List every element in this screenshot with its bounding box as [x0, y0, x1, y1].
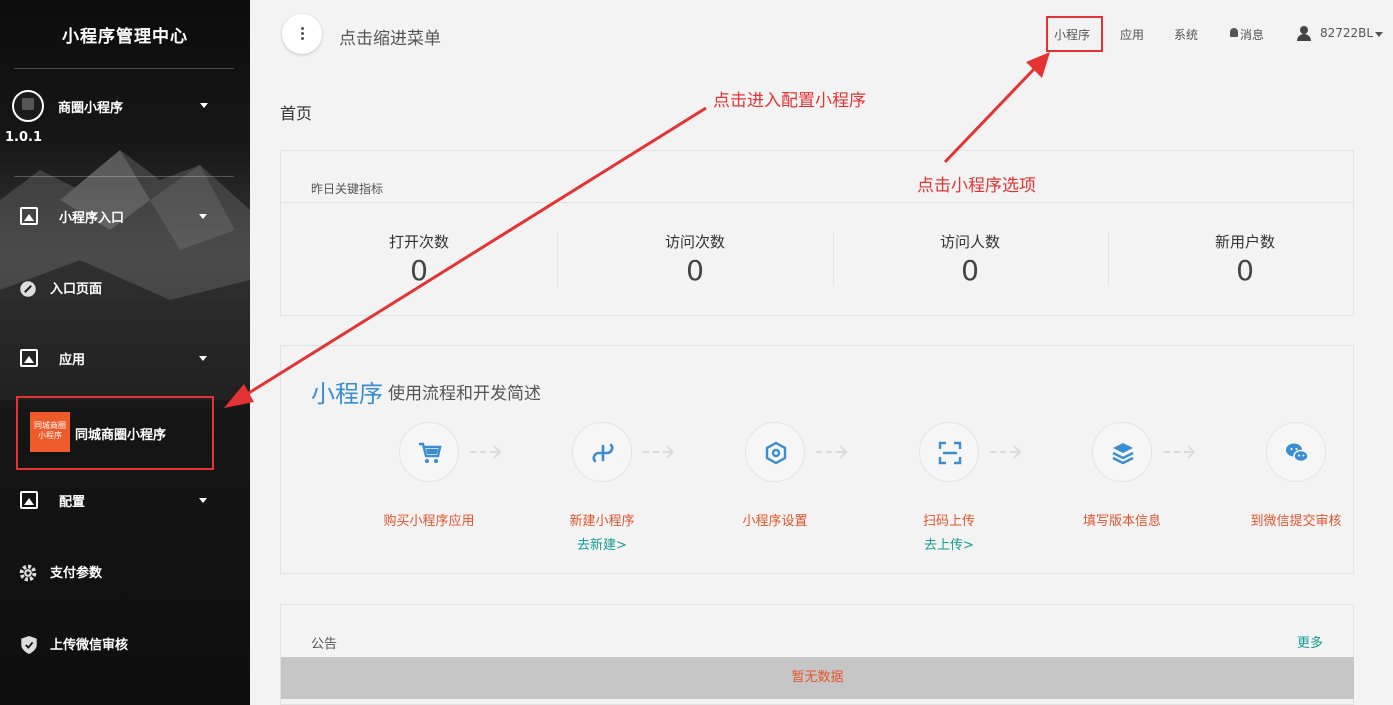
caret-down-icon [200, 103, 208, 108]
divider [281, 202, 1353, 203]
step-label: 新建小程序 [569, 514, 635, 529]
stat-value: 0 [410, 254, 428, 287]
bell-icon [1230, 28, 1238, 37]
divider [14, 68, 234, 69]
thumb-text: 小程序 [38, 431, 62, 440]
stat-label: 新用户数 [1214, 233, 1275, 251]
sidebar-item-payment[interactable]: 支付参数 [0, 551, 250, 591]
account-name: 商圈小程序 [58, 101, 124, 116]
arrow-right-icon [816, 445, 848, 459]
sidebar-item-wechat-review[interactable]: 上传微信审核 [0, 623, 250, 663]
layers-icon [1112, 443, 1134, 465]
sidebar-item-label: 小程序入口 [59, 211, 125, 226]
image-icon [20, 491, 38, 509]
step-label: 扫码上传 [922, 514, 975, 529]
annotation-arrow [943, 66, 1037, 164]
stat-value: 0 [1236, 254, 1254, 287]
usage-flow-card: 小程序 使用流程和开发简述 购买小程序应用 新建小程序 去新建> 小程序设置 扫… [280, 345, 1354, 574]
sidebar-subitem-app[interactable]: 同城商圈 小程序 同城商圈小程序 [16, 396, 214, 470]
avatar [12, 90, 44, 122]
dots-icon [301, 27, 304, 30]
arrow-right-icon [643, 445, 675, 459]
stat-visit-count: 访问次数 0 [557, 231, 833, 287]
annotation-text: 点击进入配置小程序 [713, 91, 866, 111]
flow-title: 小程序 [311, 380, 383, 408]
annotation-highlight-box [1046, 16, 1103, 52]
sidebar-subitem-label: 同城商圈小程序 [75, 428, 167, 443]
topnav-messages[interactable]: 消息 [1240, 26, 1264, 43]
hexagon-icon [765, 441, 787, 465]
sidebar-item-label: 支付参数 [50, 566, 103, 581]
cart-icon [419, 442, 442, 463]
flow-step: 填写版本信息 [1057, 422, 1187, 529]
arrow-right-icon [470, 445, 502, 459]
page-title: 首页 [280, 104, 313, 123]
sidebar-item-config[interactable]: 配置 [0, 480, 250, 520]
sidebar-title: 小程序管理中心 [62, 27, 188, 47]
caret-down-icon [199, 356, 207, 361]
link-icon [592, 443, 614, 463]
arrow-right-icon [990, 445, 1022, 459]
flow-step: 到微信提交审核 [1231, 422, 1361, 529]
caret-down-icon [1375, 32, 1383, 37]
shield-icon [21, 636, 37, 654]
stat-visitor-count: 访问人数 0 [832, 231, 1108, 287]
step-label: 到微信提交审核 [1250, 514, 1342, 529]
sidebar-item-apps[interactable]: 应用 [0, 338, 250, 378]
sidebar-item-entry[interactable]: 小程序入口 [0, 196, 250, 236]
empty-state: 暂无数据 [281, 657, 1354, 699]
notice-card: 公告 更多 暂无数据 [280, 604, 1354, 705]
image-icon [20, 207, 38, 225]
flow-subtitle: 使用流程和开发简述 [388, 384, 541, 404]
stat-label: 访问人数 [939, 233, 1000, 251]
topnav-system[interactable]: 系统 [1174, 26, 1198, 43]
sidebar-item-label: 应用 [59, 353, 86, 368]
arrow-right-icon [1164, 445, 1196, 459]
notice-title: 公告 [311, 637, 338, 652]
create-new-link[interactable]: 去新建> [537, 534, 667, 553]
link-icon [20, 281, 36, 297]
account-switcher[interactable]: 商圈小程序 [12, 88, 237, 124]
gear-icon [19, 564, 37, 582]
step-label: 填写版本信息 [1082, 514, 1161, 529]
step-label: 小程序设置 [742, 514, 808, 529]
stat-label: 访问次数 [664, 233, 725, 251]
thumb-text: 同城商圈 [34, 421, 66, 430]
sidebar-item-label: 配置 [59, 495, 86, 510]
app-thumbnail: 同城商圈 小程序 [30, 412, 70, 452]
stat-new-users: 新用户数 0 [1107, 231, 1383, 287]
flow-step: 小程序设置 [710, 422, 840, 529]
caret-down-icon [199, 214, 207, 219]
key-metrics-card: 昨日关键指标 打开次数 0 访问次数 0 访问人数 0 新用户数 0 [280, 150, 1354, 316]
flow-step: 购买小程序应用 [364, 422, 494, 529]
image-icon [20, 349, 38, 367]
user-menu[interactable]: 82722BL [1320, 26, 1373, 40]
stat-value: 0 [686, 254, 704, 287]
sidebar-item-label: 入口页面 [50, 282, 103, 297]
wechat-icon [1286, 443, 1309, 463]
card-header: 昨日关键指标 [311, 182, 384, 196]
more-link[interactable]: 更多 [1297, 632, 1323, 651]
sidebar: 小程序管理中心 商圈小程序 1.0.1 小程序入口 入口页面 应用 同城商圈 小… [0, 0, 250, 705]
step-label: 购买小程序应用 [383, 514, 475, 529]
scan-icon [938, 441, 962, 465]
sidebar-item-entry-page[interactable]: 入口页面 [0, 267, 250, 307]
upload-link[interactable]: 去上传> [884, 534, 1014, 553]
sidebar-item-label: 上传微信审核 [50, 638, 129, 653]
stat-label: 打开次数 [388, 233, 449, 251]
collapse-menu-button[interactable] [282, 14, 322, 54]
stat-value: 0 [961, 254, 979, 287]
version-label: 1.0.1 [5, 130, 43, 145]
annotation-text: 点击小程序选项 [917, 176, 1036, 196]
topnav-apps[interactable]: 应用 [1120, 26, 1144, 43]
user-icon [1297, 26, 1311, 41]
caret-down-icon [199, 498, 207, 503]
stat-open-count: 打开次数 0 [281, 231, 557, 287]
collapse-menu-label: 点击缩进菜单 [339, 29, 441, 49]
annotation-arrowhead [1026, 52, 1050, 78]
divider [14, 176, 234, 177]
